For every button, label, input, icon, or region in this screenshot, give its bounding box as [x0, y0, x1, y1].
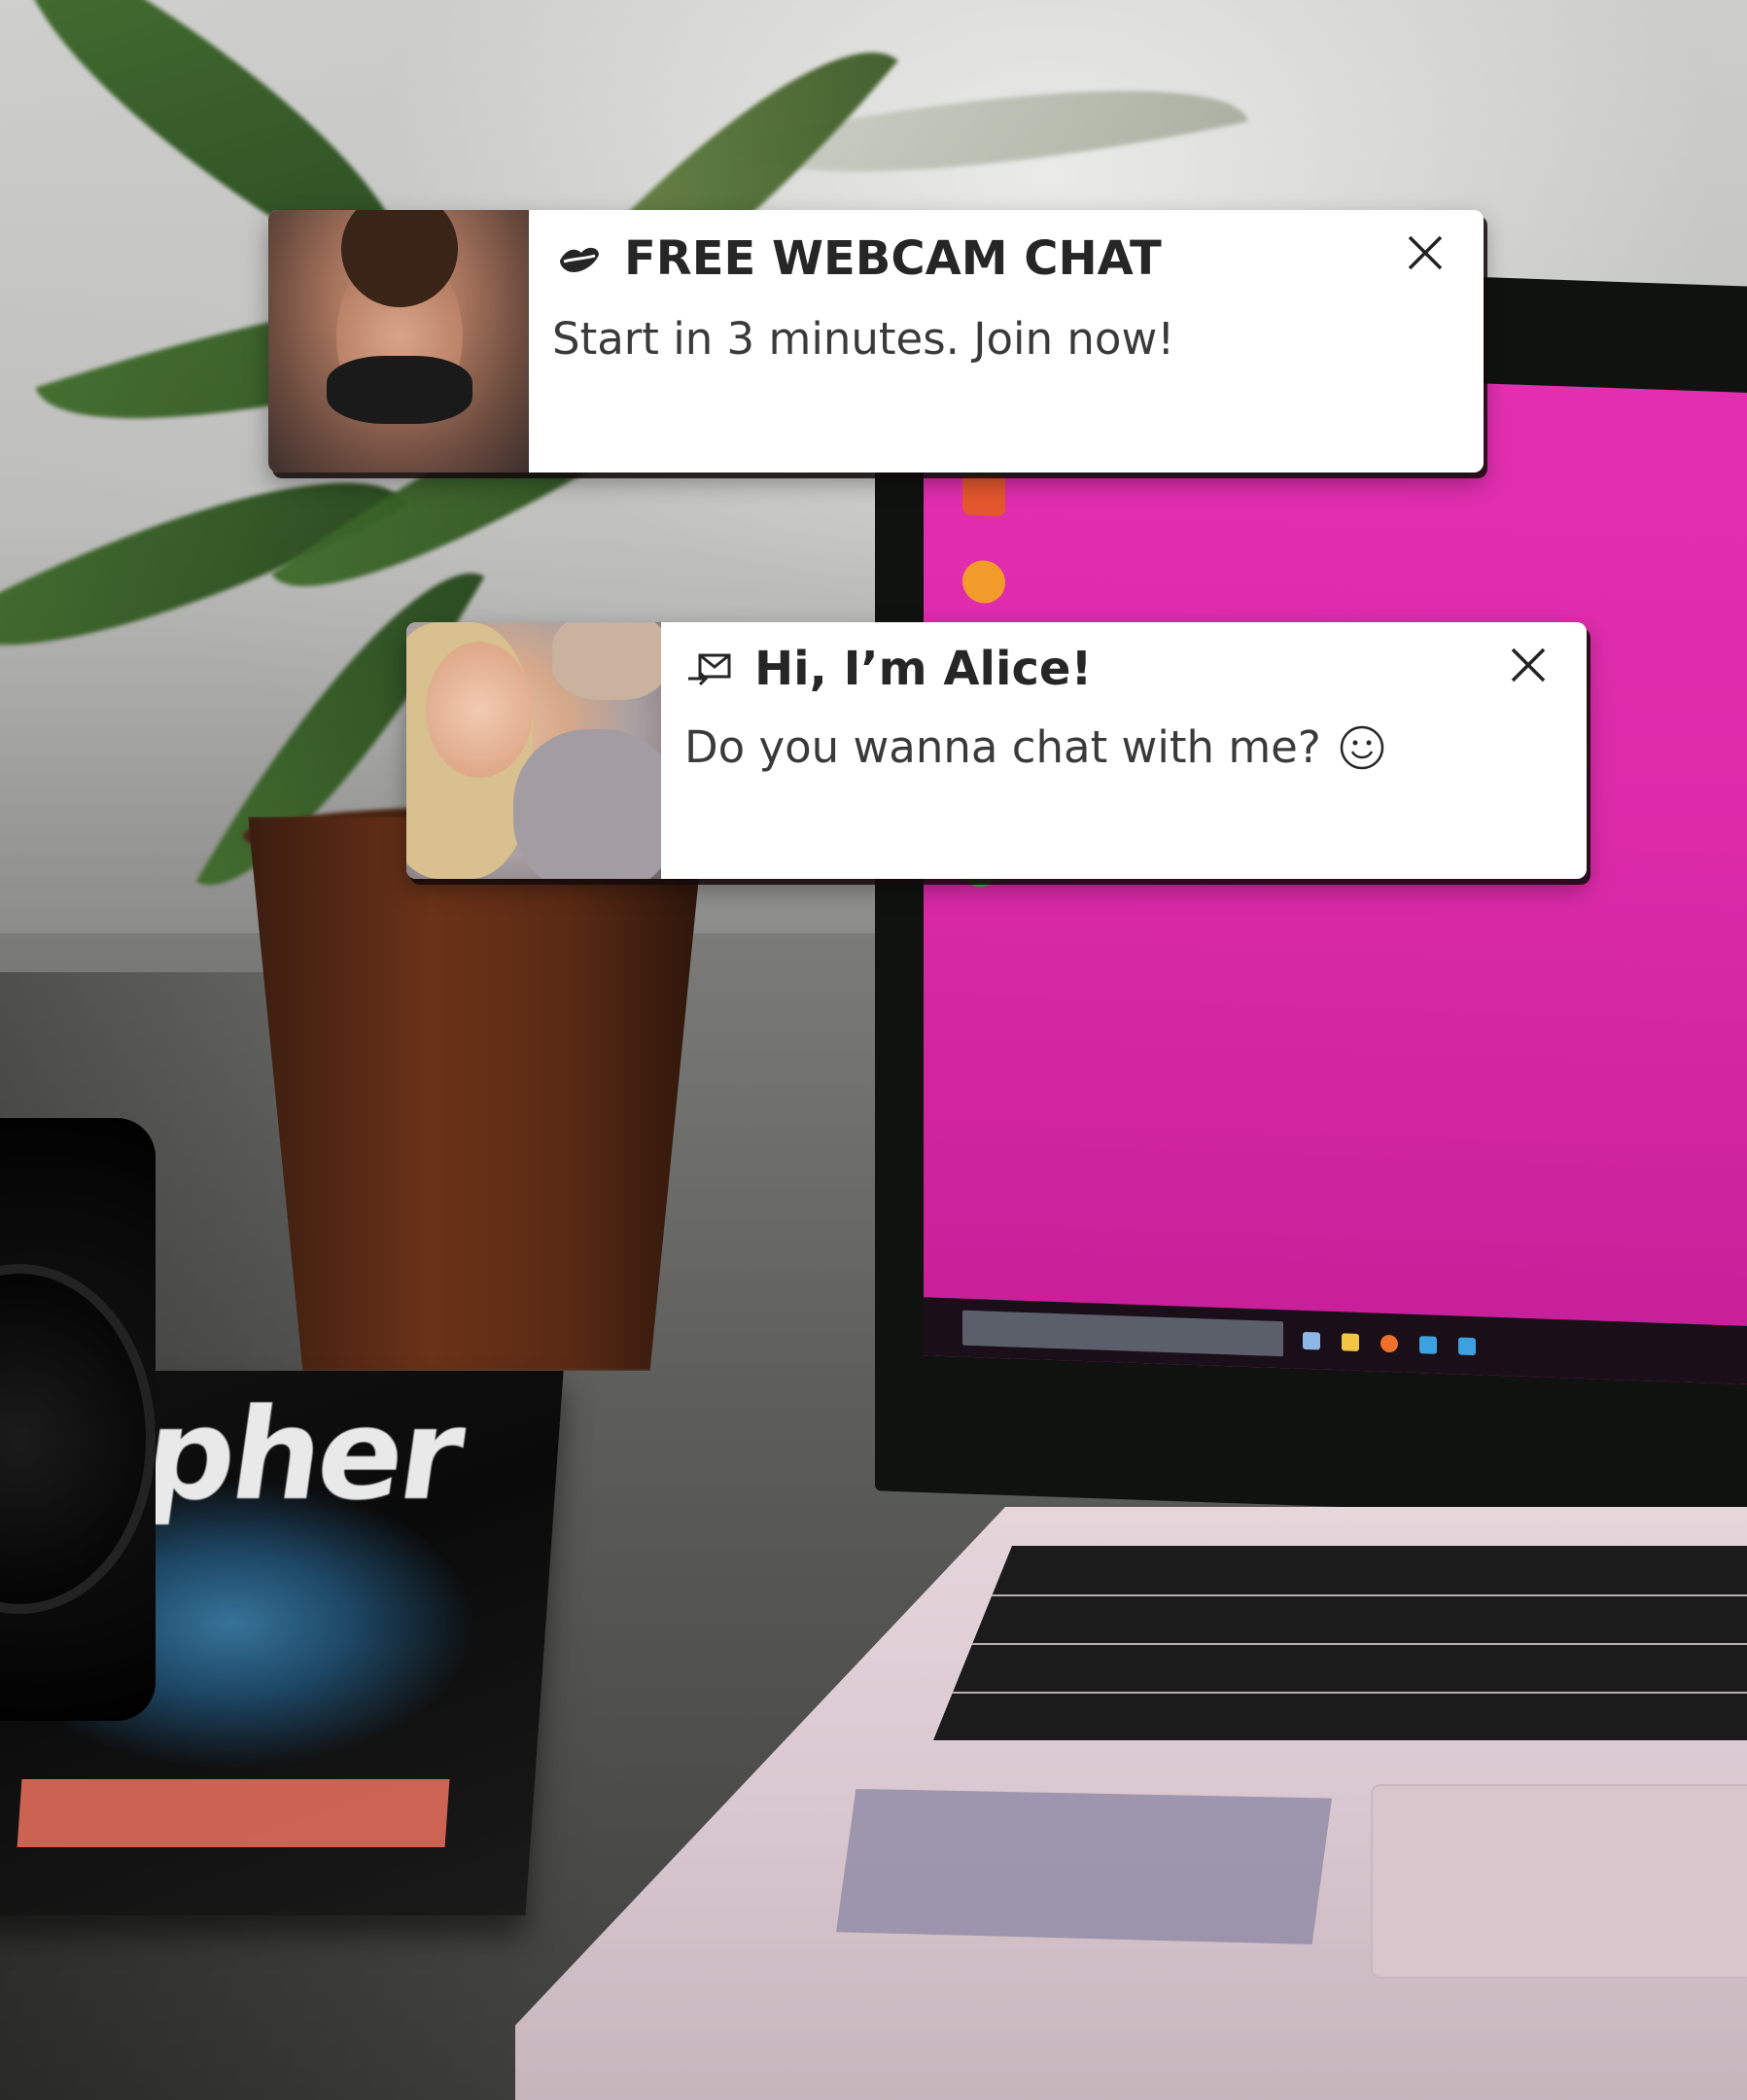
notification-header: FREE WEBCAM CHAT: [556, 231, 1162, 286]
alice-chat-notification[interactable]: Hi, I’m Alice! Do you wanna chat with me…: [406, 622, 1587, 879]
lips-icon: [560, 247, 599, 272]
notification-title: Hi, I’m Alice!: [754, 642, 1093, 696]
magazine-strip: [17, 1779, 450, 1847]
firefox-icon: [1380, 1334, 1398, 1353]
avatar-face: [426, 642, 533, 778]
notification-header: Hi, I’m Alice!: [686, 642, 1092, 696]
laptop-sticker: [836, 1789, 1332, 1944]
notification-avatar: [406, 622, 661, 879]
notification-message: Do you wanna chat with me?: [684, 721, 1385, 773]
app-icon: [1458, 1337, 1476, 1356]
keyboard-row-gap: [933, 1594, 1747, 1596]
taskview-icon: [1303, 1331, 1320, 1350]
touchpad: [1371, 1784, 1747, 1978]
close-icon[interactable]: [1404, 231, 1447, 274]
browser-icon: [962, 559, 1005, 605]
folder-icon: [1342, 1333, 1359, 1351]
avatar-pillow: [552, 622, 661, 700]
keyboard: [933, 1546, 1747, 1740]
plant-pot: [248, 817, 705, 1371]
avatar-clothing: [327, 356, 472, 424]
notification-body: Hi, I’m Alice! Do you wanna chat with me…: [661, 622, 1587, 879]
webcam-chat-notification[interactable]: FREE WEBCAM CHAT Start in 3 minutes. Joi…: [268, 210, 1484, 472]
smile-icon: [1340, 725, 1383, 769]
notification-body: FREE WEBCAM CHAT Start in 3 minutes. Joi…: [529, 210, 1484, 472]
magazine-title: pher: [135, 1381, 470, 1528]
keyboard-row-gap: [933, 1643, 1747, 1645]
notification-message-text: Start in 3 minutes. Join now!: [552, 313, 1175, 365]
desktop-app-icon: [962, 472, 1005, 517]
app-icon: [1419, 1336, 1437, 1354]
message-arrow-icon: [688, 653, 731, 686]
avatar-clothing: [513, 729, 661, 879]
close-icon[interactable]: [1507, 644, 1550, 686]
notification-message-text: Do you wanna chat with me?: [684, 721, 1321, 773]
notification-avatar: [268, 210, 529, 472]
notification-message: Start in 3 minutes. Join now!: [552, 313, 1174, 365]
notification-title: FREE WEBCAM CHAT: [624, 231, 1162, 286]
keyboard-row-gap: [933, 1692, 1747, 1694]
taskbar-search: [962, 1310, 1283, 1357]
